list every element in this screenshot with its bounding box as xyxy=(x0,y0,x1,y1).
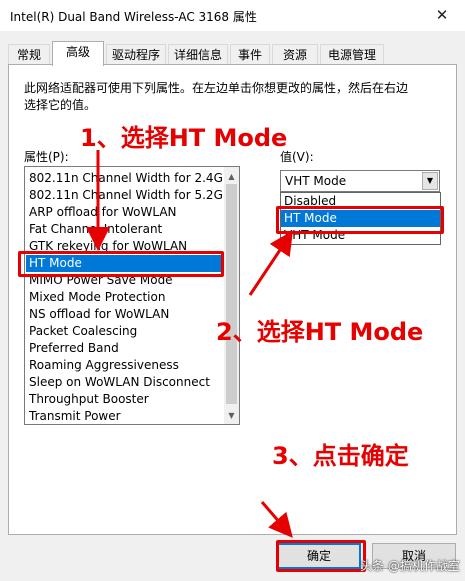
arrow-step2 xyxy=(248,230,293,296)
watermark: 头条 @搞机作战室 xyxy=(360,559,460,573)
arrow-step3 xyxy=(260,501,293,538)
annotation-arrows xyxy=(86,150,293,538)
tab-advanced[interactable]: 高级 xyxy=(52,41,104,66)
annotation-step3: 3、点击确定 xyxy=(272,442,409,470)
annotation-step1: 1、选择HT Mode xyxy=(80,124,288,152)
annotation-step2: 2、选择HT Mode xyxy=(216,318,424,346)
